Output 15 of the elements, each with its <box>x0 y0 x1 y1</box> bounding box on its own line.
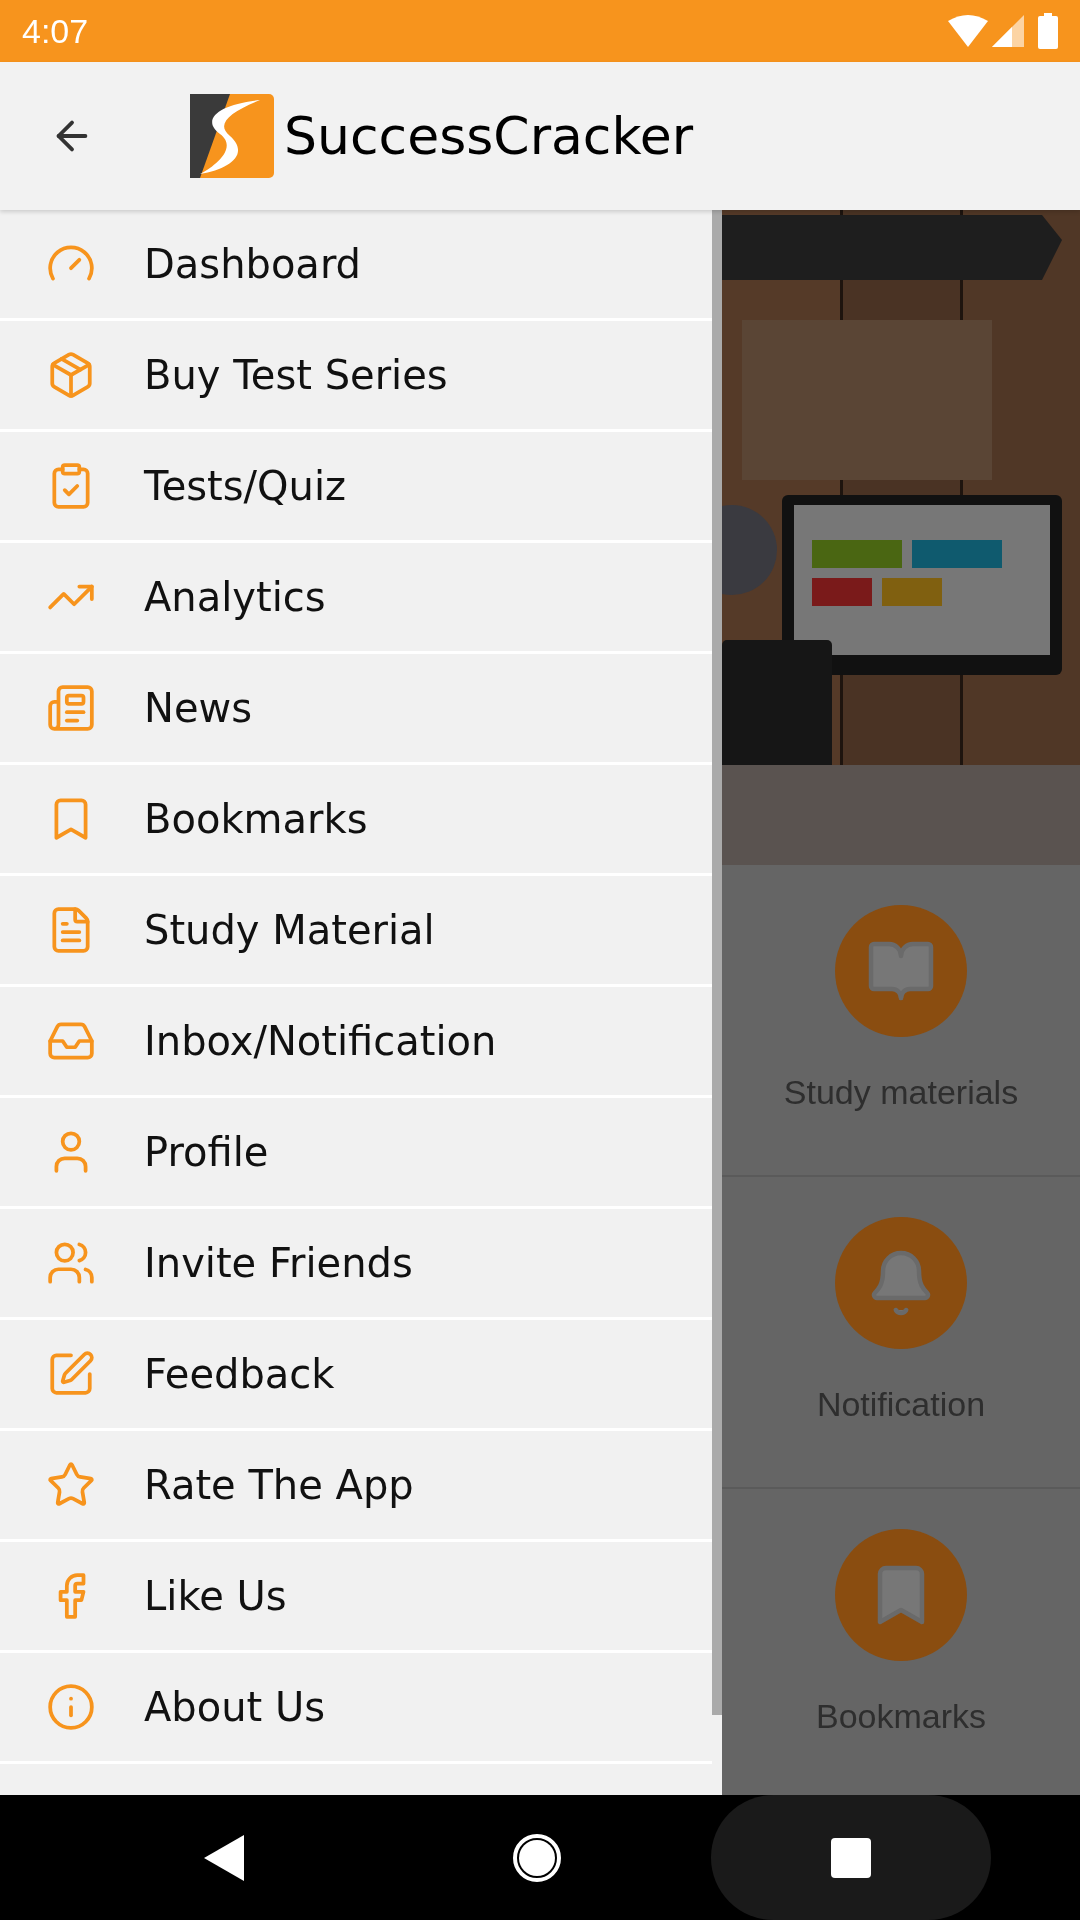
home-tile: Study materials <box>722 865 1080 1177</box>
newspaper-icon <box>46 683 96 733</box>
drawer-item[interactable]: News <box>0 654 712 765</box>
info-icon <box>46 1682 96 1732</box>
logo-icon <box>190 94 274 178</box>
app-title: SuccessCracker <box>284 105 694 168</box>
home-tile: Notification <box>722 1177 1080 1489</box>
clock-time: 4:07 <box>22 10 89 52</box>
drawer-item[interactable]: About Us <box>0 1653 712 1764</box>
triangle-icon <box>204 1834 244 1881</box>
battery-icon <box>1038 13 1058 49</box>
home-nav-button[interactable] <box>513 1833 561 1882</box>
signal-icon <box>992 15 1024 47</box>
wifi-icon <box>948 15 988 47</box>
square-icon <box>831 1837 871 1878</box>
